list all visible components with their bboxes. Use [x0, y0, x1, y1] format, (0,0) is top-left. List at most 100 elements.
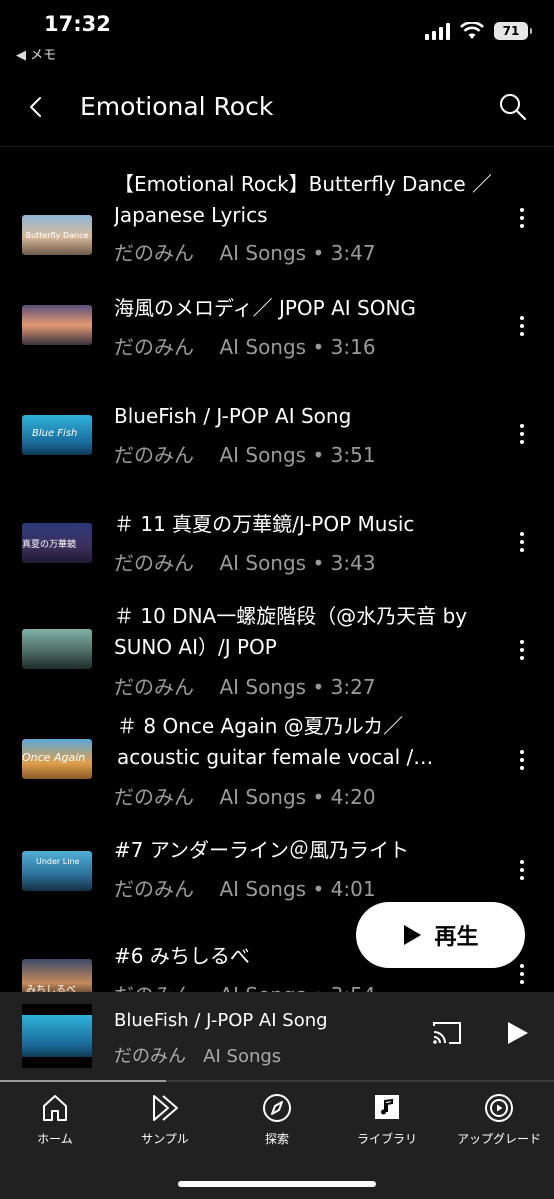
nav-label: ライブラリ: [356, 1132, 417, 1146]
more-options-icon[interactable]: [510, 527, 534, 557]
song-row[interactable]: 真夏の万華鏡 ＃ 11 真夏の万華鏡/J-POP Music だのみん AI S…: [0, 505, 554, 585]
song-thumbnail: Butterfly Dance: [22, 215, 92, 255]
song-album: AI Songs: [219, 675, 307, 699]
now-playing-thumbnail: [22, 1004, 92, 1068]
more-options-icon[interactable]: [510, 419, 534, 449]
song-artist: だのみん: [114, 877, 194, 901]
song-thumbnail: [22, 629, 92, 669]
song-artist: だのみん: [114, 551, 194, 575]
song-thumbnail: Once Again: [22, 739, 92, 779]
song-list[interactable]: Butterfly Dance 【Emotional Rock】Butterfl…: [0, 147, 554, 992]
song-meta: だのみん AI Songs • 3:54: [114, 979, 376, 992]
nav-label: アップグレード: [456, 1132, 541, 1146]
song-meta: だのみん AI Songs • 3:47: [114, 241, 376, 265]
samples-icon: [153, 1095, 178, 1121]
song-artist: だのみん: [114, 983, 194, 992]
song-duration: 4:01: [330, 877, 376, 901]
home-icon: [43, 1095, 67, 1121]
now-playing-artist: だのみん: [114, 1046, 186, 1067]
play-all-label: 再生: [434, 925, 479, 950]
mini-player[interactable]: BlueFish / J-POP AI Song だのみん AI Songs: [0, 992, 554, 1080]
song-title: ＃ 8 Once Again @夏乃ルカ／ acoustic guitar fe…: [117, 711, 497, 773]
more-options-icon[interactable]: [510, 745, 534, 775]
now-playing-meta: だのみん AI Songs: [114, 1042, 281, 1068]
song-duration: 3:47: [330, 241, 376, 265]
song-thumbnail: Blue Fish: [22, 415, 92, 455]
song-artist: だのみん: [114, 785, 194, 809]
song-meta: だのみん AI Songs • 3:43: [114, 551, 376, 575]
song-artist: だのみん: [114, 443, 194, 467]
song-row[interactable]: 海風のメロディ／ JPOP AI SONG だのみん AI Songs • 3:…: [0, 287, 554, 367]
song-album: AI Songs: [219, 983, 306, 992]
song-meta: だのみん AI Songs • 4:01: [114, 877, 376, 901]
song-meta: だのみん AI Songs • 3:27: [114, 675, 376, 699]
thumbnail-caption: Blue Fish: [32, 428, 78, 439]
song-meta: だのみん AI Songs • 4:20: [114, 785, 376, 809]
song-duration: 3:51: [330, 443, 376, 467]
search-icon[interactable]: [496, 90, 530, 124]
thumbnail-caption: みちしるべ: [26, 985, 76, 992]
library-icon: [375, 1095, 399, 1119]
song-album: AI Songs: [219, 877, 307, 901]
now-playing-album: AI Songs: [203, 1046, 282, 1067]
nav-label: サンプル: [141, 1132, 189, 1146]
thumbnail-caption: Once Again: [22, 751, 86, 764]
song-row[interactable]: Butterfly Dance 【Emotional Rock】Butterfl…: [0, 165, 554, 275]
song-duration: 3:54: [331, 983, 376, 992]
play-icon: [404, 925, 422, 945]
song-row[interactable]: Blue Fish BlueFish / J-POP AI Song だのみん …: [0, 397, 554, 477]
page-title: Emotional Rock: [80, 92, 274, 121]
song-duration: 3:27: [330, 675, 376, 699]
song-title-text: ＃ 8 Once Again @夏乃ルカ／ acoustic guitar fe…: [117, 714, 434, 769]
song-album: AI Songs: [219, 335, 307, 359]
song-duration: 3:16: [330, 335, 376, 359]
song-artist: だのみん: [114, 335, 194, 359]
thumbnail-caption: Butterfly Dance: [25, 231, 89, 240]
song-meta: だのみん AI Songs • 3:16: [114, 335, 376, 359]
explore-icon: [263, 1094, 291, 1122]
song-row[interactable]: ＃ 10 DNA一螺旋階段（@水乃天音 by SUNO AI）/J POP だの…: [0, 599, 554, 709]
song-album: AI Songs: [219, 241, 307, 265]
song-duration: 4:20: [330, 785, 376, 809]
more-options-icon[interactable]: [510, 203, 534, 233]
song-title: ＃ 10 DNA一螺旋階段（@水乃天音 by SUNO AI）/J POP: [114, 604, 468, 659]
nav-item-explore[interactable]: 探索: [222, 1092, 332, 1147]
song-title: #7 アンダーライン＠風乃ライト: [114, 838, 410, 862]
thumbnail-caption: Under Line: [36, 857, 80, 866]
cast-icon[interactable]: [430, 1016, 464, 1050]
nav-item-library[interactable]: ライブラリ: [332, 1092, 442, 1147]
song-artist: だのみん: [114, 241, 194, 265]
nav-item-samples[interactable]: サンプル: [110, 1092, 220, 1147]
song-title: ＃ 11 真夏の万華鏡/J-POP Music: [114, 512, 415, 536]
song-duration: 3:43: [330, 551, 376, 575]
nav-label: 探索: [264, 1132, 289, 1146]
song-album: AI Songs: [219, 443, 307, 467]
song-thumbnail: [22, 305, 92, 345]
nav-item-upgrade[interactable]: アップグレード: [444, 1092, 554, 1147]
cellular-signal-icon: [425, 22, 450, 40]
more-options-icon[interactable]: [510, 635, 534, 665]
song-thumbnail: Under Line: [22, 851, 92, 891]
back-arrow-icon[interactable]: [20, 90, 54, 124]
more-options-icon[interactable]: [510, 855, 534, 885]
page-header: Emotional Rock: [0, 78, 554, 138]
song-thumbnail: 真夏の万華鏡: [22, 523, 92, 563]
song-thumbnail: みちしるべ: [22, 959, 92, 992]
nav-item-home[interactable]: ホーム: [0, 1092, 110, 1147]
song-artist: だのみん: [114, 675, 194, 699]
back-to-app-link[interactable]: ◀ メモ: [16, 44, 56, 63]
song-title: 【Emotional Rock】Butterfly Dance ／Japanes…: [114, 172, 493, 227]
play-all-button[interactable]: 再生: [356, 902, 525, 968]
song-row[interactable]: Once Again ＃ 8 Once Again @夏乃ルカ／ acousti…: [0, 709, 554, 819]
mini-play-icon[interactable]: [502, 1016, 532, 1050]
more-options-icon[interactable]: [510, 311, 534, 341]
upgrade-icon: [485, 1094, 513, 1122]
thumbnail-caption: 真夏の万華鏡: [22, 540, 77, 550]
now-playing-title: BlueFish / J-POP AI Song: [114, 1010, 328, 1031]
status-time: 17:32: [44, 12, 111, 36]
nav-label: ホーム: [37, 1132, 73, 1146]
wifi-icon: [460, 22, 484, 39]
more-options-icon[interactable]: [510, 959, 534, 989]
status-bar: 17:32 ◀ メモ 71: [0, 0, 554, 70]
song-row[interactable]: Under Line #7 アンダーライン＠風乃ライト だのみん AI Song…: [0, 833, 554, 913]
